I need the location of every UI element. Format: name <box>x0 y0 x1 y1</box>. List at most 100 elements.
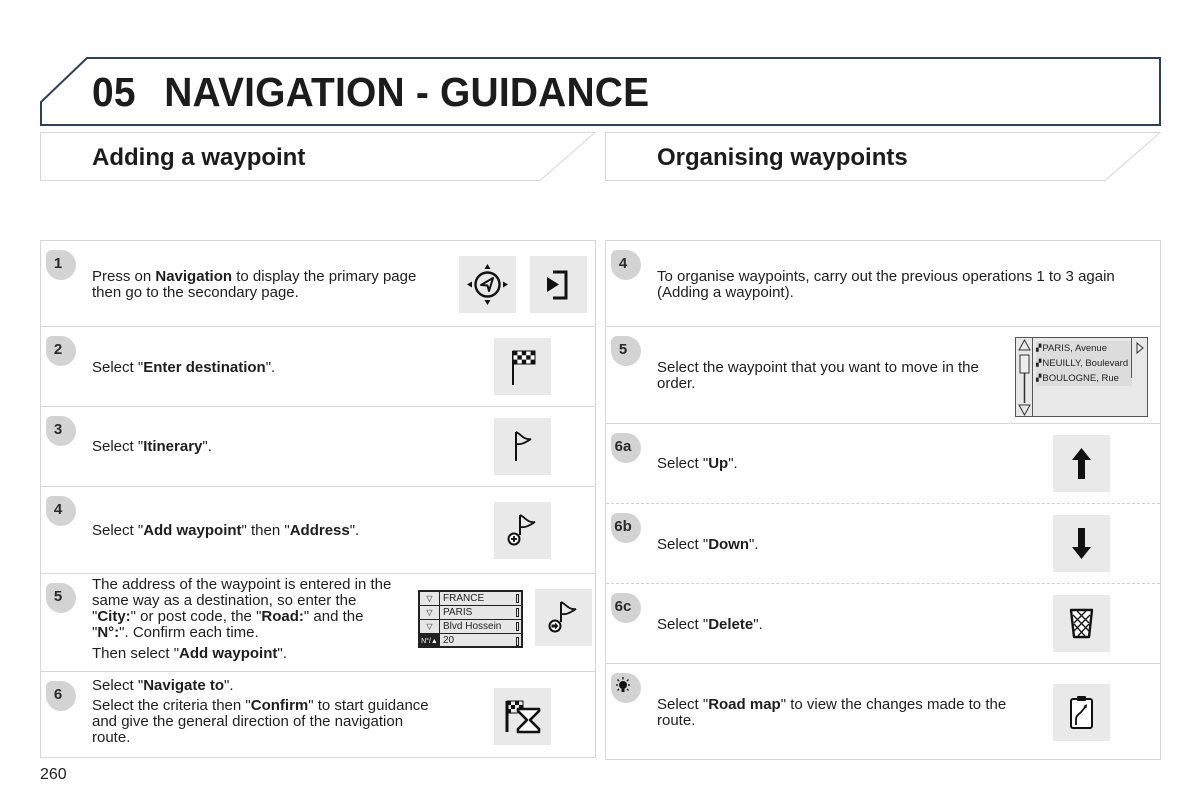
step-badge: 5 <box>46 583 76 613</box>
waypoint-list: ▞ PARIS, Avenue ▞ NEUILLY, Boulevard ▞ BOULOG… <box>1015 337 1148 417</box>
text-run: ". <box>224 677 234 694</box>
step-text-secondary: Select the criteria then "Confirm" to st… <box>92 698 432 746</box>
text-run: Press on <box>92 268 156 285</box>
delete-bin-icon[interactable] <box>1053 595 1110 652</box>
dropdown-icon: ▽ <box>420 592 440 605</box>
step-text: Select "Up". <box>657 456 987 472</box>
text-run: Select " <box>657 616 709 633</box>
text-run: " then " <box>241 522 290 539</box>
text-run: ". <box>265 359 276 376</box>
waypoint-label: NEUILLY, Boulevard <box>1042 358 1129 369</box>
waypoint-list-tab[interactable] <box>1131 338 1147 378</box>
itinerary-flag-icon[interactable] <box>494 418 551 475</box>
chapter-number: 05 <box>92 69 136 115</box>
step-road-map: Select "Road map" to view the changes ma… <box>606 664 1160 759</box>
step-badge: 2 <box>46 336 76 366</box>
section-title-adding: Adding a waypoint <box>92 144 306 171</box>
text-run: Select " <box>92 438 144 455</box>
step-text: Press on Navigation to display the prima… <box>92 269 422 301</box>
waypoint-list-item[interactable]: ▞ BOULOGNE, Rue <box>1036 371 1133 386</box>
number-label: N°/▲ <box>420 634 440 648</box>
step-badge: 6a <box>611 433 641 463</box>
emphasis-text: Add waypoint <box>179 645 278 662</box>
adding-waypoint-panel: 1 Press on Navigation to display the pri… <box>40 240 596 758</box>
step-badge: 6b <box>611 513 641 543</box>
text-run: Select " <box>657 536 709 553</box>
step-text-main: The address of the waypoint is entered i… <box>92 577 402 641</box>
text-run: Select " <box>657 696 709 713</box>
step-text-secondary: Then select "Add waypoint". <box>92 646 402 662</box>
waypoint-list-scrollbar[interactable] <box>1016 338 1033 417</box>
add-waypoint-icon[interactable] <box>494 502 551 559</box>
emphasis-text: Confirm <box>250 697 309 714</box>
step-text: To organise waypoints, carry out the pre… <box>657 269 1127 301</box>
step-4: 4 To organise waypoints, carry out the p… <box>606 241 1160 327</box>
section-header-adding: Adding a waypoint <box>40 132 596 182</box>
text-run: ". <box>277 645 287 662</box>
waypoint-items: ▞ PARIS, Avenue ▞ NEUILLY, Boulevard ▞ BOULOG… <box>1036 341 1133 386</box>
step-3: 3 Select "Itinerary". <box>41 407 595 487</box>
step-6c: 6c Select "Delete". <box>606 584 1160 664</box>
text-run: ". Confirm each time. <box>119 624 259 641</box>
step-text: Select "Down". <box>657 537 987 553</box>
step-6a: 6a Select "Up". <box>606 424 1160 504</box>
step-badge: 1 <box>46 250 76 280</box>
waypoint-list-item[interactable]: ▞ PARIS, Avenue <box>1036 341 1133 356</box>
address-form-row[interactable]: N°/▲ 20 <box>420 634 521 648</box>
checkered-flag-icon: ▞ <box>1036 345 1041 352</box>
address-field-value: 20 <box>443 635 455 646</box>
text-run: ". <box>728 455 738 472</box>
secondary-page-icon[interactable] <box>530 256 587 313</box>
step-badge: 3 <box>46 416 76 446</box>
text-run: ". <box>749 536 759 553</box>
organising-waypoints-panel: 4 To organise waypoints, carry out the p… <box>605 240 1161 760</box>
section-header-organising: Organising waypoints <box>605 132 1161 182</box>
chapter-name: NAVIGATION - GUIDANCE <box>164 69 650 115</box>
text-run: To organise waypoints, carry out the pre… <box>657 268 1115 301</box>
emphasis-text: City: <box>97 608 131 625</box>
address-field-value: FRANCE <box>443 593 485 604</box>
text-run: ". <box>753 616 763 633</box>
checkered-flag-icon: ▞ <box>1036 375 1041 382</box>
section-title-organising: Organising waypoints <box>657 144 908 171</box>
arrow-down-icon[interactable] <box>1053 515 1110 572</box>
arrow-up-icon[interactable] <box>1053 435 1110 492</box>
waypoint-list-item[interactable]: ▞ NEUILLY, Boulevard <box>1036 356 1133 371</box>
address-form: ▽ FRANCE ▽ PARIS ▽ Blvd Hossein N°/▲ 20 <box>418 590 523 648</box>
address-field-value: Blvd Hossein <box>443 621 502 632</box>
checkered-flag-icon: ▞ <box>1036 360 1041 367</box>
address-form-row[interactable]: ▽ FRANCE <box>420 592 521 606</box>
text-run: Select the waypoint that you want to mov… <box>657 359 979 392</box>
checkered-flag-icon[interactable] <box>494 338 551 395</box>
emphasis-text: Up <box>708 455 729 472</box>
emphasis-text: Address <box>289 522 350 539</box>
road-map-icon[interactable] <box>1053 684 1110 741</box>
step-badge: 4 <box>611 250 641 280</box>
text-run: Select " <box>92 522 144 539</box>
step-badge: 4 <box>46 496 76 526</box>
dropdown-icon: ▽ <box>420 606 440 619</box>
page-number: 260 <box>40 766 67 783</box>
field-cursor-icon <box>514 620 521 633</box>
text-run: Select " <box>92 677 144 694</box>
dropdown-icon: ▽ <box>420 620 440 633</box>
step-text: Select "Enter destination". <box>92 360 422 376</box>
address-form-row[interactable]: ▽ PARIS <box>420 606 521 620</box>
emphasis-text: N°: <box>97 624 120 641</box>
step-2: 2 Select "Enter destination". <box>41 327 595 407</box>
step-text: The address of the waypoint is entered i… <box>92 577 402 662</box>
chapter-title: 05 NAVIGATION - GUIDANCE <box>92 69 649 116</box>
address-form-row[interactable]: ▽ Blvd Hossein <box>420 620 521 634</box>
tip-badge <box>611 673 641 703</box>
navigation-joystick-icon[interactable] <box>459 256 516 313</box>
confirm-waypoint-icon[interactable] <box>535 589 592 646</box>
text-run: ". <box>202 438 212 455</box>
chapter-header: 05 NAVIGATION - GUIDANCE <box>40 57 1161 127</box>
step-1: 1 Press on Navigation to display the pri… <box>41 241 595 327</box>
navigate-to-icon[interactable] <box>494 688 551 745</box>
emphasis-text: Add waypoint <box>143 522 242 539</box>
emphasis-text: Navigation <box>155 268 233 285</box>
text-run: Select " <box>92 359 144 376</box>
step-badge: 6c <box>611 593 641 623</box>
step-6b: 6b Select "Down". <box>606 504 1160 584</box>
